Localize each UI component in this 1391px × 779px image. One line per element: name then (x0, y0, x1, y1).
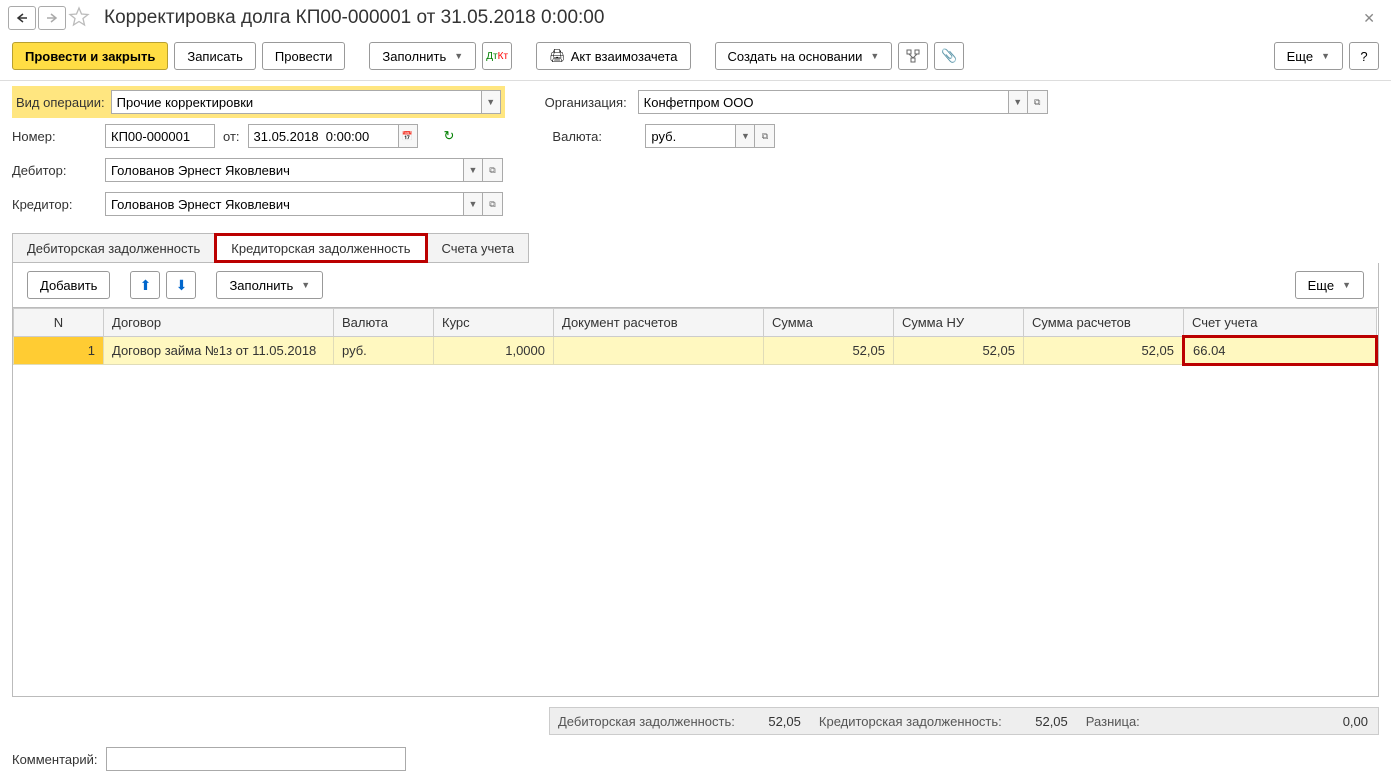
create-based-on-button[interactable]: Создать на основании▼ (715, 42, 893, 70)
calendar-icon[interactable]: 📅 (398, 124, 418, 148)
creditor-input[interactable] (105, 192, 463, 216)
tab-accounts[interactable]: Счета учета (427, 233, 530, 263)
printer-icon: 🖨 (549, 48, 566, 64)
total-creditor-label: Кредиторская задолженность: (815, 714, 1006, 729)
open-icon[interactable]: ⧉ (755, 124, 775, 148)
grid: N Договор Валюта Курс Документ расчетов … (12, 308, 1379, 697)
structure-icon-button[interactable] (898, 42, 928, 70)
add-row-button[interactable]: Добавить (27, 271, 110, 299)
main-toolbar: Провести и закрыть Записать Провести Зап… (0, 36, 1391, 81)
dropdown-icon[interactable]: ▼ (735, 124, 755, 148)
date-label: от: (223, 129, 240, 144)
tab-creditors[interactable]: Кредиторская задолженность (214, 233, 427, 263)
comment-input[interactable] (106, 747, 406, 771)
table-row[interactable]: 1 Договор займа №1з от 11.05.2018 руб. 1… (14, 337, 1377, 365)
total-debtor-label: Дебиторская задолженность: (554, 714, 739, 729)
close-icon[interactable]: ✕ (1355, 8, 1383, 29)
cell-sum[interactable]: 52,05 (764, 337, 894, 365)
fill-dropdown-button[interactable]: Заполнить▼ (369, 42, 476, 70)
total-diff-value: 0,00 (1314, 714, 1374, 729)
attachment-icon-button[interactable]: 📎 (934, 42, 964, 70)
comment-row: Комментарий: (0, 739, 1391, 779)
date-input[interactable] (248, 124, 398, 148)
titlebar: Корректировка долга КП00-000001 от 31.05… (0, 0, 1391, 36)
save-button[interactable]: Записать (174, 42, 256, 70)
page-title: Корректировка долга КП00-000001 от 31.05… (104, 7, 604, 29)
debtor-label: Дебитор: (12, 163, 97, 178)
dropdown-icon[interactable]: ▼ (463, 158, 483, 182)
footer-totals: Дебиторская задолженность: 52,05 Кредито… (12, 707, 1379, 735)
move-down-button[interactable]: ⬇ (166, 271, 196, 299)
total-diff-label: Разница: (1082, 714, 1144, 729)
post-button[interactable]: Провести (262, 42, 346, 70)
currency-label: Валюта: (552, 129, 637, 144)
col-sum[interactable]: Сумма (764, 309, 894, 337)
col-sumnu[interactable]: Сумма НУ (894, 309, 1024, 337)
cell-n[interactable]: 1 (14, 337, 104, 365)
debtor-input[interactable] (105, 158, 463, 182)
form-header: Вид операции: ▼ Организация: ▼ ⧉ Номер: … (0, 81, 1391, 229)
organization-input[interactable] (638, 90, 1008, 114)
cell-sumcalc[interactable]: 52,05 (1024, 337, 1184, 365)
print-act-button[interactable]: 🖨Акт взаимозачета (536, 42, 690, 70)
more-button[interactable]: Еще▼ (1274, 42, 1343, 70)
nav-back-button[interactable] (8, 6, 36, 30)
operation-type-label: Вид операции: (16, 95, 105, 110)
operation-type-field: Вид операции: ▼ (12, 86, 505, 118)
total-creditor-value: 52,05 (1014, 714, 1074, 729)
post-and-close-button[interactable]: Провести и закрыть (12, 42, 168, 70)
comment-label: Комментарий: (12, 752, 98, 767)
col-currency[interactable]: Валюта (334, 309, 434, 337)
cell-currency[interactable]: руб. (334, 337, 434, 365)
grid-header-row: N Договор Валюта Курс Документ расчетов … (14, 309, 1377, 337)
tab-debtors[interactable]: Дебиторская задолженность (12, 233, 215, 263)
number-input[interactable] (105, 124, 215, 148)
tabs: Дебиторская задолженность Кредиторская з… (0, 233, 1391, 263)
dropdown-icon[interactable]: ▼ (1008, 90, 1028, 114)
cell-doc[interactable] (554, 337, 764, 365)
cell-rate[interactable]: 1,0000 (434, 337, 554, 365)
creditor-label: Кредитор: (12, 197, 97, 212)
organization-label: Организация: (545, 95, 630, 110)
col-contract[interactable]: Договор (104, 309, 334, 337)
dropdown-icon[interactable]: ▼ (481, 90, 501, 114)
open-icon[interactable]: ⧉ (1028, 90, 1048, 114)
col-doc[interactable]: Документ расчетов (554, 309, 764, 337)
tab-more-button[interactable]: Еще▼ (1295, 271, 1364, 299)
favorite-star-icon[interactable] (68, 6, 92, 30)
paperclip-icon: 📎 (941, 48, 957, 64)
col-sumcalc[interactable]: Сумма расчетов (1024, 309, 1184, 337)
help-button[interactable]: ? (1349, 42, 1379, 70)
number-label: Номер: (12, 129, 97, 144)
dtkt-icon-button[interactable]: ДтКт (482, 42, 512, 70)
move-up-button[interactable]: ⬆ (130, 271, 160, 299)
operation-type-input[interactable] (111, 90, 481, 114)
col-account[interactable]: Счет учета (1184, 309, 1377, 337)
open-icon[interactable]: ⧉ (483, 158, 503, 182)
refresh-icon[interactable]: ↻ (444, 128, 455, 144)
nav-forward-button[interactable] (38, 6, 66, 30)
open-icon[interactable]: ⧉ (483, 192, 503, 216)
tab-toolbar: Добавить ⬆ ⬇ Заполнить▼ Еще▼ (12, 263, 1379, 308)
cell-account[interactable]: 66.04 (1184, 337, 1377, 365)
col-n[interactable]: N (14, 309, 104, 337)
col-rate[interactable]: Курс (434, 309, 554, 337)
currency-input[interactable] (645, 124, 735, 148)
fill-rows-button[interactable]: Заполнить▼ (216, 271, 323, 299)
total-debtor-value: 52,05 (747, 714, 807, 729)
grid-empty-area[interactable] (13, 366, 1378, 696)
cell-contract[interactable]: Договор займа №1з от 11.05.2018 (104, 337, 334, 365)
cell-sumnu[interactable]: 52,05 (894, 337, 1024, 365)
dropdown-icon[interactable]: ▼ (463, 192, 483, 216)
